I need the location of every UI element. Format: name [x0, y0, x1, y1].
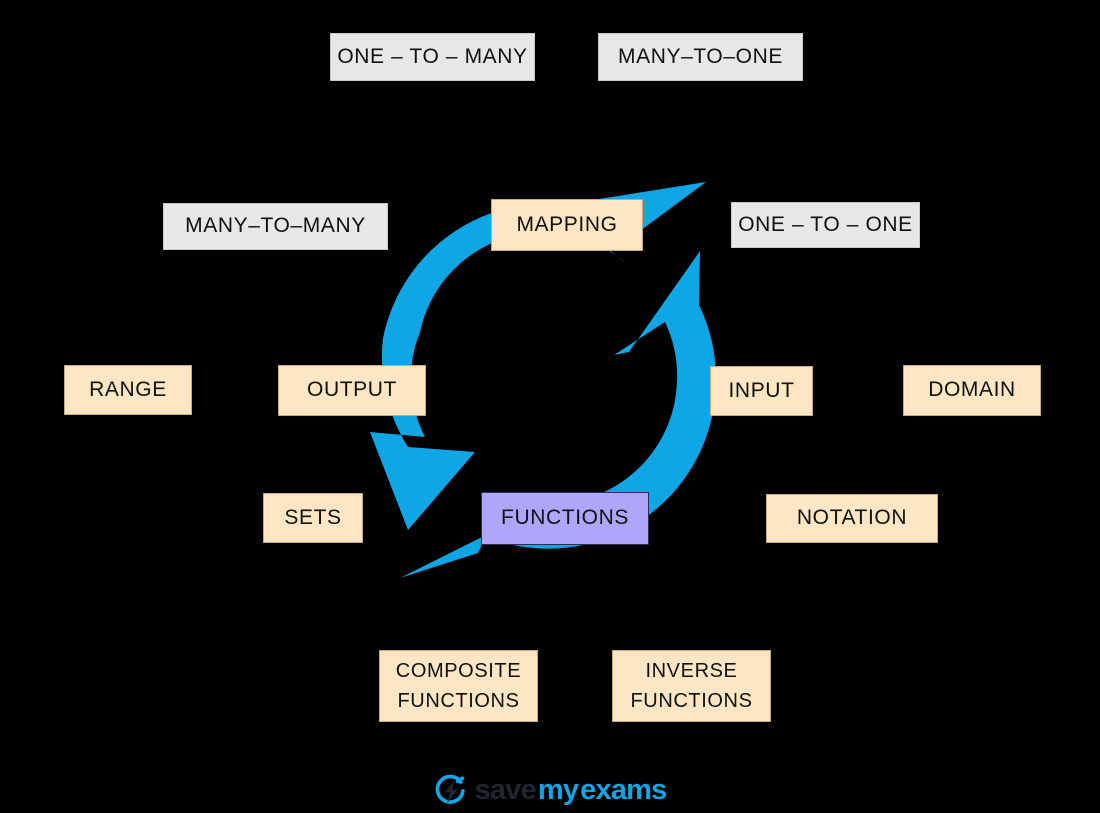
node-composite-functions: COMPOSITE FUNCTIONS	[379, 650, 538, 722]
node-notation: NOTATION	[766, 494, 938, 543]
node-inverse-functions: INVERSE FUNCTIONS	[612, 650, 771, 722]
logo-word-my: my	[537, 774, 579, 806]
logo-word-exams: exams	[580, 774, 667, 806]
node-sets: SETS	[263, 493, 363, 543]
node-input: INPUT	[710, 366, 813, 416]
node-functions: FUNCTIONS	[481, 492, 649, 545]
node-many-to-many: MANY–TO–MANY	[163, 203, 388, 250]
node-output: OUTPUT	[278, 365, 426, 416]
lightning-bolt-circle-icon	[435, 774, 465, 804]
diagram-canvas: ONE – TO – MANY MANY–TO–ONE MANY–TO–MANY…	[0, 0, 1100, 813]
node-domain: DOMAIN	[903, 365, 1041, 416]
node-mapping: MAPPING	[491, 199, 643, 251]
logo-word-save: save	[474, 774, 537, 806]
node-one-to-one: ONE – TO – ONE	[731, 202, 920, 248]
node-one-to-many: ONE – TO – MANY	[330, 33, 535, 81]
node-many-to-one: MANY–TO–ONE	[598, 33, 803, 81]
node-range: RANGE	[64, 365, 192, 415]
logo-wordmark: save my exams	[474, 774, 668, 807]
save-my-exams-logo: save my exams	[0, 768, 1100, 813]
